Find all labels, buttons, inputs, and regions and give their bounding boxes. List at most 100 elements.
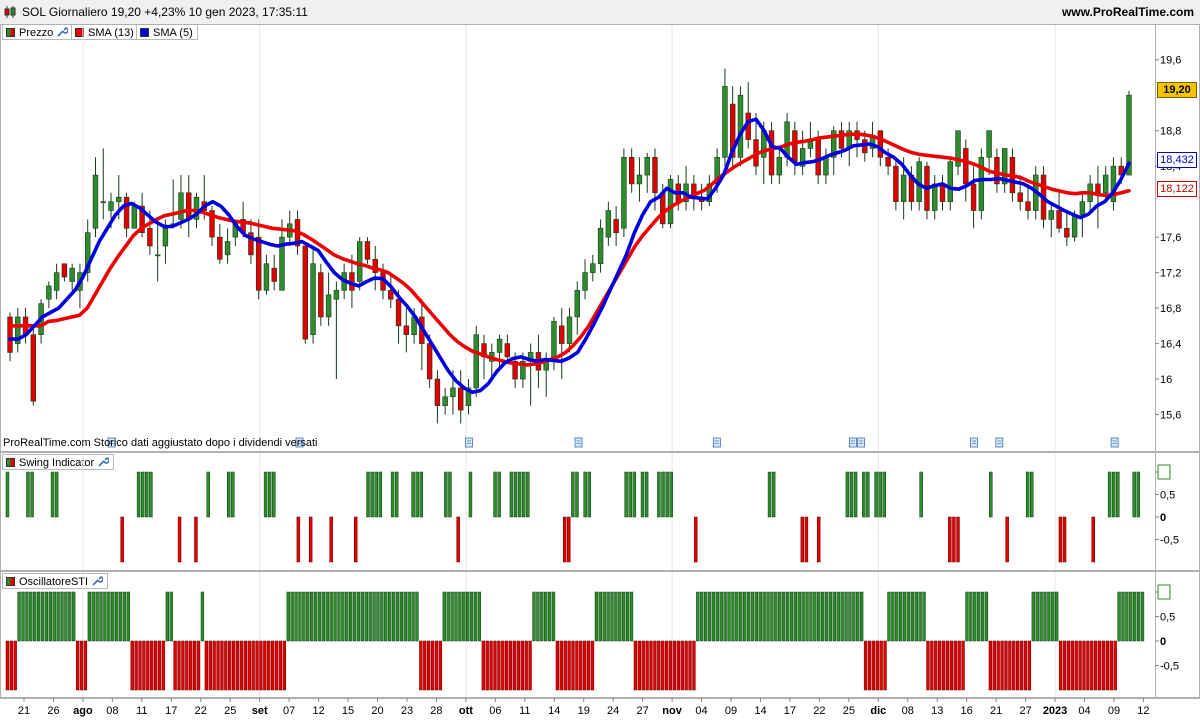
document-icon[interactable] — [857, 437, 865, 448]
candle[interactable] — [318, 263, 324, 326]
candle[interactable] — [776, 148, 783, 184]
candle[interactable] — [465, 379, 472, 415]
candle[interactable] — [224, 228, 231, 264]
candle[interactable] — [613, 206, 619, 246]
candle[interactable] — [830, 126, 837, 176]
candle[interactable] — [768, 121, 775, 184]
candle[interactable] — [737, 86, 744, 167]
candle[interactable] — [644, 152, 650, 193]
candle[interactable] — [667, 175, 674, 229]
candle[interactable] — [302, 245, 309, 344]
candle[interactable] — [419, 299, 425, 371]
candle[interactable] — [605, 201, 612, 246]
candle[interactable] — [504, 334, 511, 362]
candle[interactable] — [255, 219, 262, 300]
candle[interactable] — [722, 68, 728, 167]
candle[interactable] — [403, 308, 410, 353]
candle[interactable] — [473, 325, 479, 397]
document-icon[interactable] — [970, 437, 978, 448]
candle[interactable] — [15, 308, 21, 353]
candle[interactable] — [799, 130, 806, 176]
candle[interactable] — [893, 157, 899, 211]
candle[interactable] — [527, 343, 534, 406]
candle[interactable] — [582, 259, 588, 300]
candle[interactable] — [846, 121, 852, 167]
candle[interactable] — [574, 281, 580, 335]
candle[interactable] — [1110, 157, 1117, 211]
candle[interactable] — [69, 263, 75, 291]
candle[interactable] — [932, 175, 938, 220]
candle[interactable] — [924, 161, 930, 220]
candle[interactable] — [1056, 192, 1062, 233]
candle[interactable] — [30, 325, 37, 406]
candle[interactable] — [53, 263, 60, 300]
candle[interactable] — [1048, 201, 1055, 238]
candle[interactable] — [683, 166, 689, 211]
candle[interactable] — [209, 206, 215, 246]
osc-bar — [255, 640, 259, 691]
y-tick-label: 0,5 — [1160, 612, 1175, 624]
candle[interactable] — [310, 246, 316, 344]
candle[interactable] — [1095, 166, 1101, 229]
candle[interactable] — [955, 130, 961, 176]
candle[interactable] — [621, 148, 627, 238]
candle[interactable] — [457, 370, 464, 424]
candle[interactable] — [869, 121, 876, 158]
candle[interactable] — [248, 219, 254, 264]
candle[interactable] — [333, 281, 340, 380]
candle[interactable] — [939, 175, 946, 211]
candle-body — [7, 316, 13, 353]
price-chart[interactable]: 19,618,818,417,617,216,816,41615,610,50-… — [0, 24, 1200, 720]
candle[interactable] — [186, 175, 192, 238]
osc-bar — [739, 591, 743, 642]
candle[interactable] — [963, 139, 969, 202]
candle[interactable] — [628, 148, 635, 193]
candles[interactable] — [7, 68, 1132, 424]
candle[interactable] — [263, 254, 270, 295]
candle[interactable] — [46, 281, 52, 309]
candle[interactable] — [123, 192, 130, 238]
candle[interactable] — [92, 157, 99, 238]
candle[interactable] — [590, 254, 596, 282]
osc-bar — [895, 591, 899, 642]
candle[interactable] — [559, 308, 565, 380]
document-icon[interactable] — [995, 437, 1004, 448]
candle[interactable] — [947, 157, 953, 211]
candle[interactable] — [994, 148, 1000, 193]
document-icon[interactable] — [712, 437, 721, 448]
candle[interactable] — [154, 219, 161, 282]
candle-body — [53, 272, 60, 291]
osc-bar — [696, 591, 700, 642]
document-icon[interactable] — [1110, 437, 1119, 448]
osc-bar — [766, 591, 770, 642]
candle[interactable] — [978, 148, 985, 220]
document-icon[interactable] — [849, 437, 857, 448]
candle[interactable] — [271, 254, 277, 291]
candle[interactable] — [706, 175, 713, 207]
osc-bar — [715, 591, 719, 642]
candle[interactable] — [597, 219, 604, 273]
candle[interactable] — [970, 166, 977, 229]
candle[interactable] — [636, 157, 643, 202]
candle[interactable] — [61, 263, 68, 282]
candle[interactable] — [854, 121, 860, 158]
document-icon[interactable] — [574, 437, 583, 448]
document-icon[interactable] — [465, 437, 473, 448]
candle[interactable] — [823, 148, 829, 184]
candle[interactable] — [325, 272, 332, 326]
candle[interactable] — [434, 370, 441, 424]
candle[interactable] — [1064, 210, 1070, 246]
site-link[interactable]: www.ProRealTime.com — [1062, 5, 1194, 19]
swing-bar — [30, 471, 34, 518]
y-tick-label: 16,4 — [1160, 339, 1181, 351]
candle[interactable] — [364, 237, 371, 264]
candle[interactable] — [745, 81, 751, 149]
candle[interactable] — [442, 387, 448, 415]
candle[interactable] — [217, 223, 223, 264]
candle[interactable] — [1017, 175, 1023, 211]
candle[interactable] — [792, 121, 798, 176]
candle[interactable] — [1001, 148, 1008, 193]
candle[interactable] — [100, 148, 106, 220]
candle[interactable] — [170, 179, 176, 229]
candle[interactable] — [7, 312, 13, 362]
